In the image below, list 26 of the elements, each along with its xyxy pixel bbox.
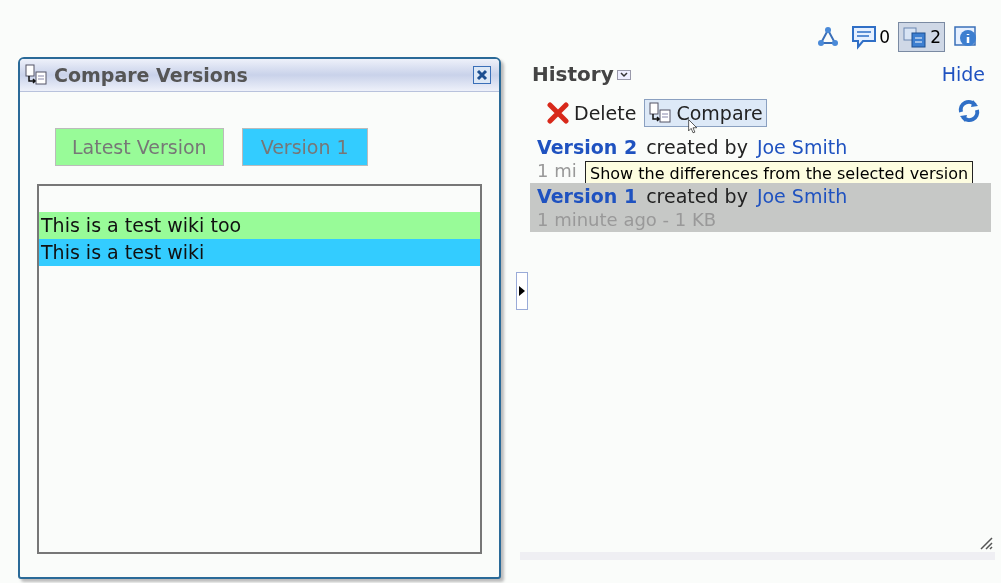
- legend-label: Latest Version: [55, 128, 224, 166]
- toolbar-button[interactable]: 2: [898, 22, 945, 52]
- close-icon[interactable]: [473, 66, 491, 84]
- author-link[interactable]: Joe Smith: [756, 136, 848, 158]
- compare-icon: [648, 102, 673, 124]
- version-link[interactable]: Version 2: [537, 136, 638, 158]
- resize-grip-icon[interactable]: [979, 536, 993, 550]
- delete-button[interactable]: Delete: [542, 99, 641, 127]
- info-icon: [953, 25, 979, 49]
- versions-icon: [902, 25, 929, 49]
- legend-label: Version 1: [241, 128, 368, 166]
- comment-icon: [851, 24, 878, 50]
- x-icon: [546, 102, 570, 124]
- version-meta: 1 mi: [537, 159, 577, 181]
- history-title: History: [532, 62, 614, 86]
- author-link[interactable]: Joe Smith: [756, 185, 848, 207]
- compare-icon: [24, 64, 48, 86]
- created-by-text: created by: [646, 185, 748, 207]
- version-link[interactable]: Version 1: [537, 185, 638, 207]
- triangle-nodes-icon: [817, 26, 840, 48]
- created-by-text: created by: [646, 136, 748, 158]
- hide-link[interactable]: Hide: [941, 63, 985, 85]
- compare-button[interactable]: Compare: [644, 99, 767, 127]
- expand-handle[interactable]: [516, 272, 528, 310]
- dialog-title: Compare Versions: [54, 64, 249, 86]
- toolbar-button[interactable]: 0: [847, 21, 895, 53]
